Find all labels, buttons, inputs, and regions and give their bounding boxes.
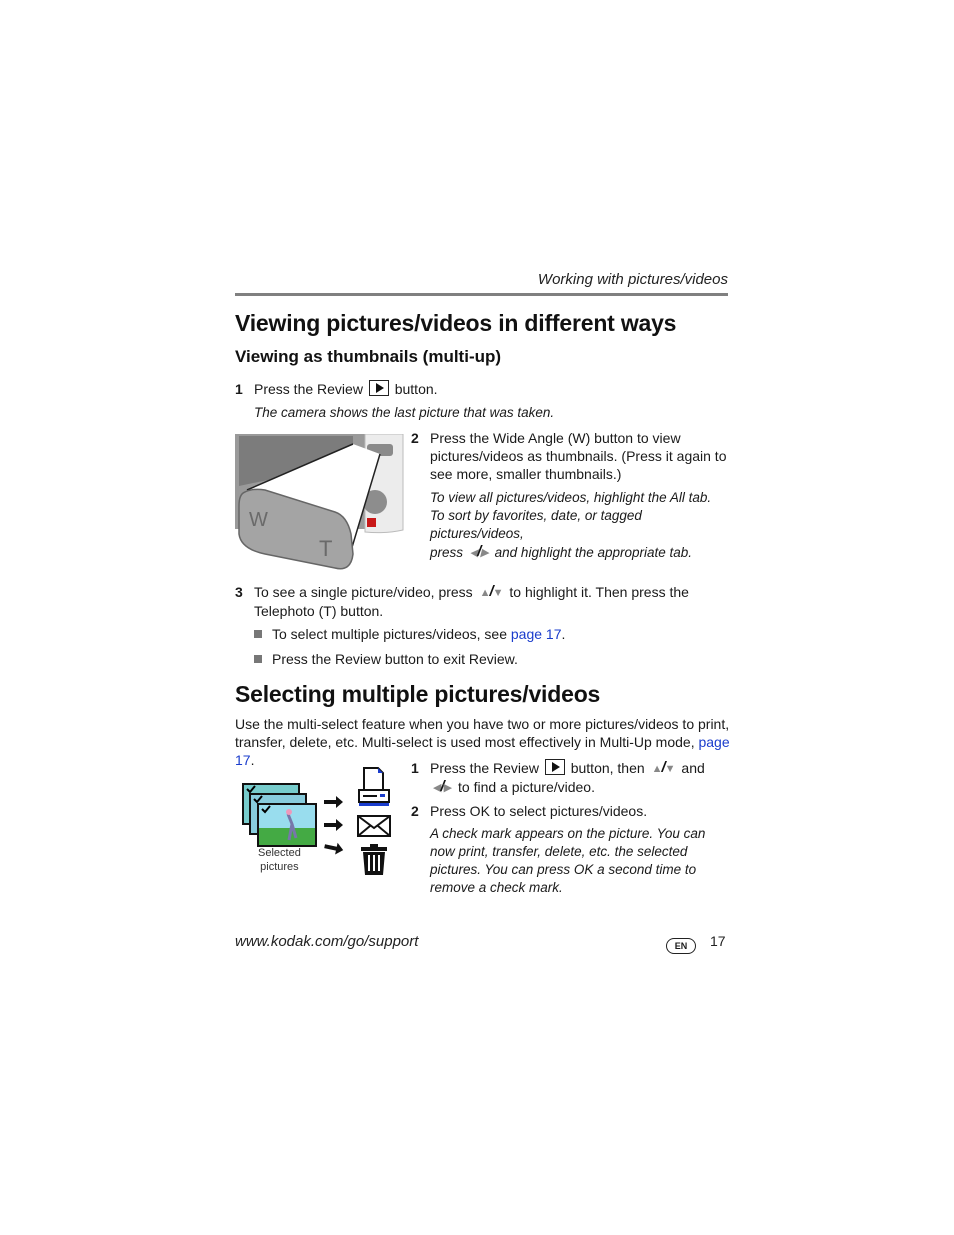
select-step-2-note: A check mark appears on the picture. You… (430, 826, 706, 895)
step-1-note: The camera shows the last picture that w… (254, 405, 555, 420)
bullet-item: Press the Review button to exit Review. (254, 650, 518, 668)
language-badge: EN (666, 936, 696, 954)
step-number: 1 (411, 760, 419, 776)
step-text: button, then (570, 760, 645, 776)
printer-icon (358, 767, 390, 806)
bullet-text: . (561, 626, 566, 642)
note-line: press (430, 545, 464, 560)
review-play-icon (368, 380, 389, 396)
footer-url[interactable]: www.kodak.com/go/support (235, 933, 418, 950)
step-text: Press OK to select pictures/videos. (430, 803, 648, 819)
image-caption: Selected pictures (258, 846, 301, 874)
step-text: button. (394, 381, 438, 397)
intro-text: Use the multi-select feature when you ha… (235, 716, 730, 750)
envelope-icon (357, 815, 391, 837)
step-text: to find a picture/video. (458, 779, 595, 795)
step-text: and (681, 760, 705, 776)
section-title-selecting: Selecting multiple pictures/videos (235, 681, 601, 707)
review-play-icon (544, 759, 565, 775)
t-label: T (319, 536, 332, 561)
up-down-arrows-icon: ▲/▼ (651, 759, 676, 776)
bullet-icon (254, 630, 262, 638)
step-2-note: To view all pictures/videos, highlight t… (430, 489, 730, 562)
caption-line: pictures (260, 861, 299, 873)
bullet-item: To select multiple pictures/videos, see … (254, 625, 565, 643)
step-number: 1 (235, 381, 243, 397)
page-number: 17 (710, 933, 726, 949)
step-3: 3 To see a single picture/video, press ▲… (235, 583, 728, 620)
step-2: 2 Press the Wide Angle (W) button to vie… (411, 429, 729, 483)
bullet-text: To select multiple pictures/videos, see (272, 626, 511, 642)
section-title-viewing: Viewing pictures/videos in different way… (235, 310, 677, 336)
select-step-2: 2 Press OK to select pictures/videos. (411, 802, 729, 820)
step-number: 2 (411, 803, 419, 819)
left-right-arrows-icon: ◀/▶ (469, 543, 489, 560)
note-line: To sort by favorites, date, or tagged pi… (430, 508, 642, 541)
step-text: Press the Review (430, 760, 539, 776)
select-step-1: 1 Press the Review button, then ▲/▼ and … (411, 759, 729, 797)
step-text: Press the Review (254, 381, 363, 397)
w-label: W (249, 509, 268, 531)
bullet-icon (254, 655, 262, 663)
step-text: Press the Wide Angle (W) button to view … (430, 430, 727, 482)
arrow-icons (324, 796, 344, 855)
note-line: To view all pictures/videos, highlight t… (430, 490, 712, 505)
left-right-arrows-icon: ◀/▶ (433, 778, 452, 795)
trash-icon (361, 844, 387, 875)
up-down-arrows-icon: ▲/▼ (479, 583, 504, 600)
step-number: 3 (235, 584, 243, 600)
camera-zoom-button-image: W T (235, 433, 405, 571)
page-link[interactable]: page 17 (511, 626, 562, 642)
step-1: 1 Press the Review button. (235, 380, 725, 398)
step-text: To see a single picture/video, press (254, 584, 473, 600)
running-head: Working with pictures/videos (537, 271, 728, 288)
bullet-text: Press the Review button to exit Review. (272, 651, 518, 667)
header-rule (235, 293, 728, 296)
selected-pictures-icon (242, 783, 317, 847)
caption-line: Selected (258, 847, 301, 859)
step-number: 2 (411, 430, 419, 446)
note-line: and highlight the appropriate tab. (494, 545, 693, 560)
en-badge-icon: EN (666, 938, 696, 954)
subsection-title-thumbnails: Viewing as thumbnails (multi-up) (235, 347, 502, 366)
